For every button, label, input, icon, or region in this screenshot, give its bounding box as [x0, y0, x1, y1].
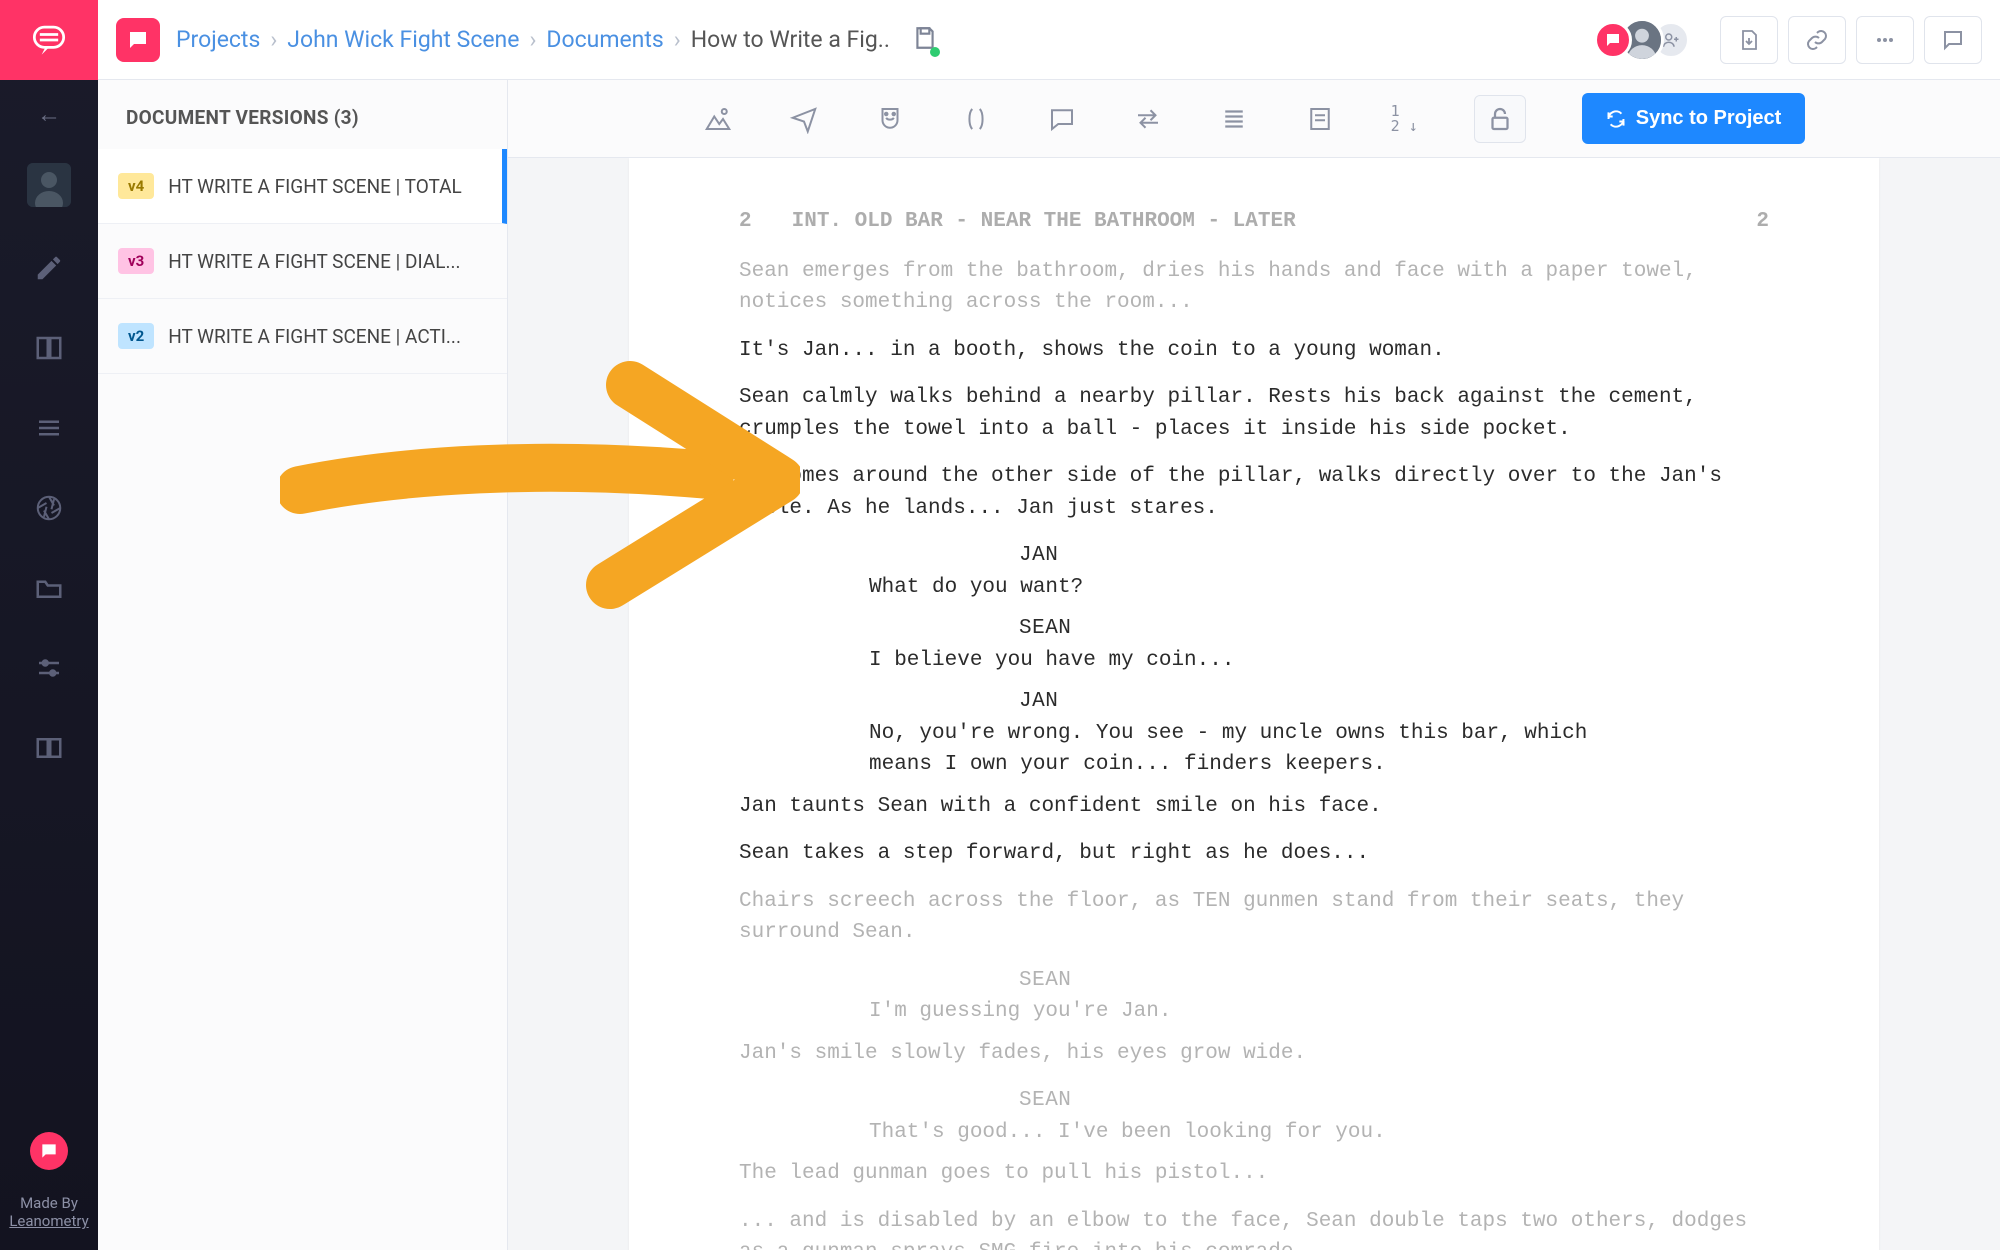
action-line: It's Jan... in a booth, shows the coin t…: [739, 335, 1769, 367]
export-pdf-button[interactable]: [1720, 16, 1778, 64]
action-line: Sean calmly walks behind a nearby pillar…: [739, 382, 1769, 445]
action-line: ... and is disabled by an elbow to the f…: [739, 1206, 1769, 1250]
version-name: HT WRITE A FIGHT SCENE | ACTI...: [168, 325, 461, 348]
parenthetical-icon[interactable]: [961, 104, 991, 134]
character-cue: JAN: [739, 686, 1769, 718]
page-scroll[interactable]: 2 INT. OLD BAR - NEAR THE BATHROOM - LAT…: [508, 158, 2000, 1250]
notes-icon[interactable]: [1305, 104, 1335, 134]
version-item[interactable]: v2 HT WRITE A FIGHT SCENE | ACTI...: [98, 299, 507, 374]
help-chat-button[interactable]: [30, 1132, 68, 1170]
version-item[interactable]: v3 HT WRITE A FIGHT SCENE | DIAL...: [98, 224, 507, 299]
editor-toolbar: 12 ↓ Sync to Project: [508, 80, 2000, 158]
scene-number-right: 2: [1756, 206, 1769, 238]
character-icon[interactable]: [875, 104, 905, 134]
action-line: He comes around the other side of the pi…: [739, 461, 1769, 524]
dialogue-line: No, you're wrong. You see - my uncle own…: [739, 718, 1769, 781]
back-arrow-icon[interactable]: ←: [37, 100, 61, 129]
versions-header: DOCUMENT VERSIONS (3): [98, 80, 507, 149]
credit-name[interactable]: Leanometry: [0, 1212, 98, 1230]
top-bar: Projects › John Wick Fight Scene › Docum…: [98, 0, 2000, 80]
app-logo[interactable]: [0, 0, 98, 80]
action-icon[interactable]: [789, 104, 819, 134]
dialogue-line: What do you want?: [739, 572, 1769, 604]
sync-button-label: Sync to Project: [1636, 107, 1782, 130]
versions-sidebar: DOCUMENT VERSIONS (3) v4 HT WRITE A FIGH…: [98, 80, 508, 1250]
action-line: Jan taunts Sean with a confident smile o…: [739, 791, 1769, 823]
lock-icon[interactable]: [1474, 95, 1526, 143]
aperture-icon[interactable]: [34, 493, 64, 527]
action-line: Sean emerges from the bathroom, dries hi…: [739, 256, 1769, 319]
dialogue-line: I'm guessing you're Jan.: [739, 996, 1769, 1028]
align-icon[interactable]: [1219, 104, 1249, 134]
edit-icon[interactable]: [34, 253, 64, 287]
collaborator-presence[interactable]: [1594, 18, 1690, 62]
chevron-right-icon: ›: [674, 26, 681, 53]
save-status-icon[interactable]: [912, 25, 938, 55]
breadcrumb-project[interactable]: John Wick Fight Scene: [287, 26, 519, 53]
breadcrumb: Projects › John Wick Fight Scene › Docum…: [176, 26, 890, 53]
script-page[interactable]: 2 INT. OLD BAR - NEAR THE BATHROOM - LAT…: [629, 158, 1879, 1250]
sliders-icon[interactable]: [34, 653, 64, 687]
dialogue-icon[interactable]: [1047, 104, 1077, 134]
breadcrumb-projects[interactable]: Projects: [176, 26, 260, 53]
credit-label: Made By: [0, 1194, 98, 1212]
presence-badge-icon: [1594, 21, 1632, 59]
left-nav-rail: ← Made By Leanometry: [0, 0, 98, 1250]
sync-to-project-button[interactable]: Sync to Project: [1582, 93, 1806, 144]
numbering-icon[interactable]: 12 ↓: [1391, 104, 1418, 134]
transition-icon[interactable]: [1133, 104, 1163, 134]
more-options-button[interactable]: [1856, 16, 1914, 64]
action-line: Chairs screech across the floor, as TEN …: [739, 886, 1769, 949]
version-chip: v2: [118, 323, 154, 349]
breadcrumb-documents[interactable]: Documents: [546, 26, 663, 53]
sides-icon[interactable]: [34, 333, 64, 367]
action-line: Sean takes a step forward, but right as …: [739, 838, 1769, 870]
version-chip: v3: [118, 248, 154, 274]
book-icon[interactable]: [34, 733, 64, 767]
link-button[interactable]: [1788, 16, 1846, 64]
folder-icon[interactable]: [34, 573, 64, 607]
action-line: Jan's smile slowly fades, his eyes grow …: [739, 1038, 1769, 1070]
chevron-right-icon: ›: [270, 26, 277, 53]
project-icon[interactable]: [116, 18, 160, 62]
slugline: INT. OLD BAR - NEAR THE BATHROOM - LATER: [752, 206, 1757, 238]
breadcrumb-current: How to Write a Fig..: [691, 26, 890, 53]
character-cue: SEAN: [739, 1085, 1769, 1117]
version-item[interactable]: v4 HT WRITE A FIGHT SCENE | TOTAL: [98, 149, 507, 224]
dialogue-line: I believe you have my coin...: [739, 645, 1769, 677]
comments-button[interactable]: [1924, 16, 1982, 64]
list-icon[interactable]: [34, 413, 64, 447]
version-name: HT WRITE A FIGHT SCENE | TOTAL: [168, 175, 462, 198]
action-line: The lead gunman goes to pull his pistol.…: [739, 1158, 1769, 1190]
character-cue: SEAN: [739, 613, 1769, 645]
version-chip: v4: [118, 173, 154, 199]
editor-area: 12 ↓ Sync to Project 2 INT. OLD BAR - NE…: [508, 80, 2000, 1250]
user-avatar[interactable]: [27, 163, 71, 207]
version-name: HT WRITE A FIGHT SCENE | DIAL...: [168, 250, 460, 273]
scene-heading-icon[interactable]: [703, 104, 733, 134]
scene-number-left: 2: [739, 206, 752, 238]
chevron-right-icon: ›: [529, 26, 536, 53]
dialogue-line: That's good... I've been looking for you…: [739, 1117, 1769, 1149]
character-cue: SEAN: [739, 965, 1769, 997]
character-cue: JAN: [739, 540, 1769, 572]
